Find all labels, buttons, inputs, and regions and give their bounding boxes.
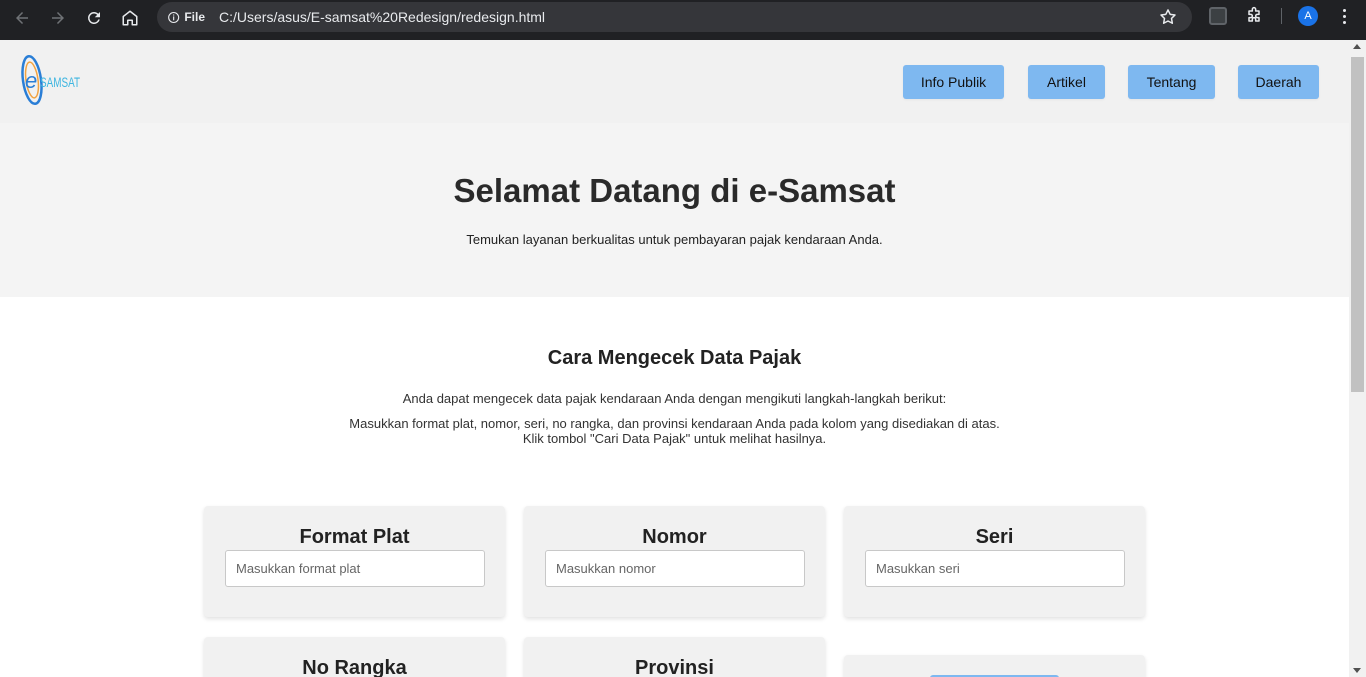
nomor-card: Nomor	[524, 506, 825, 617]
file-label: File	[184, 10, 205, 24]
menu-kebab-icon[interactable]	[1334, 6, 1354, 26]
extensions-puzzle-icon[interactable]	[1244, 6, 1264, 26]
scrollbar-thumb[interactable]	[1351, 57, 1364, 392]
search-card	[844, 655, 1145, 677]
arrow-left-icon	[16, 12, 28, 24]
profile-avatar[interactable]: A	[1298, 6, 1318, 26]
browser-toolbar: File C:/Users/asus/E-samsat%20Redesign/r…	[0, 0, 1366, 40]
hero-subtitle: Temukan layanan berkualitas untuk pembay…	[466, 232, 883, 247]
arrow-right-icon	[52, 12, 64, 24]
nav-tentang-button[interactable]: Tentang	[1128, 65, 1215, 99]
bookmark-star-icon[interactable]	[1158, 7, 1178, 27]
extension-icon[interactable]	[1209, 7, 1227, 25]
provinsi-card: Provinsi	[524, 637, 825, 677]
seri-card: Seri	[844, 506, 1145, 617]
seri-input[interactable]	[865, 550, 1125, 587]
svg-text:e: e	[25, 68, 37, 93]
reload-button[interactable]	[80, 4, 108, 32]
site-header: e SAMSAT Info Publik Artikel Tentang Dae…	[0, 40, 1349, 123]
scroll-up-arrow-icon[interactable]	[1353, 44, 1361, 49]
site-info-chip[interactable]: File	[163, 5, 205, 29]
home-icon	[122, 10, 138, 26]
forward-button[interactable]	[44, 4, 72, 32]
format-plat-label: Format Plat	[299, 526, 410, 548]
nomor-label: Nomor	[642, 526, 707, 548]
address-bar[interactable]: File C:/Users/asus/E-samsat%20Redesign/r…	[157, 2, 1192, 32]
esamsat-logo[interactable]: e SAMSAT	[20, 53, 82, 107]
page-scrollbar[interactable]	[1349, 40, 1366, 677]
guide-step-2: Klik tombol "Cari Data Pajak" untuk meli…	[522, 431, 827, 446]
no-rangka-card: No Rangka	[204, 637, 505, 677]
nav-info-publik-button[interactable]: Info Publik	[903, 65, 1004, 99]
nomor-input[interactable]	[545, 550, 805, 587]
no-rangka-label: No Rangka	[302, 657, 407, 677]
format-plat-input[interactable]	[225, 550, 485, 587]
format-plat-card: Format Plat	[204, 506, 505, 617]
seri-label: Seri	[975, 526, 1014, 548]
url-text[interactable]: C:/Users/asus/E-samsat%20Redesign/redesi…	[219, 9, 545, 25]
home-button[interactable]	[116, 4, 144, 32]
hero-title: Selamat Datang di e-Samsat	[453, 172, 896, 209]
provinsi-label: Provinsi	[635, 657, 714, 677]
guide-intro: Anda dapat mengecek data pajak kendaraan…	[402, 391, 947, 406]
guide-title: Cara Mengecek Data Pajak	[547, 347, 802, 369]
svg-text:SAMSAT: SAMSAT	[40, 74, 80, 90]
toolbar-separator	[1281, 8, 1282, 24]
back-button[interactable]	[8, 4, 36, 32]
nav-daerah-button[interactable]: Daerah	[1238, 65, 1319, 99]
guide-step-1: Masukkan format plat, nomor, seri, no ra…	[349, 416, 1000, 431]
page-viewport: e SAMSAT Info Publik Artikel Tentang Dae…	[0, 40, 1349, 677]
scroll-down-arrow-icon[interactable]	[1353, 668, 1361, 673]
nav-artikel-button[interactable]: Artikel	[1028, 65, 1105, 99]
info-icon	[168, 11, 180, 23]
reload-icon	[88, 12, 100, 24]
hero-section: Selamat Datang di e-Samsat Temukan layan…	[0, 123, 1349, 297]
